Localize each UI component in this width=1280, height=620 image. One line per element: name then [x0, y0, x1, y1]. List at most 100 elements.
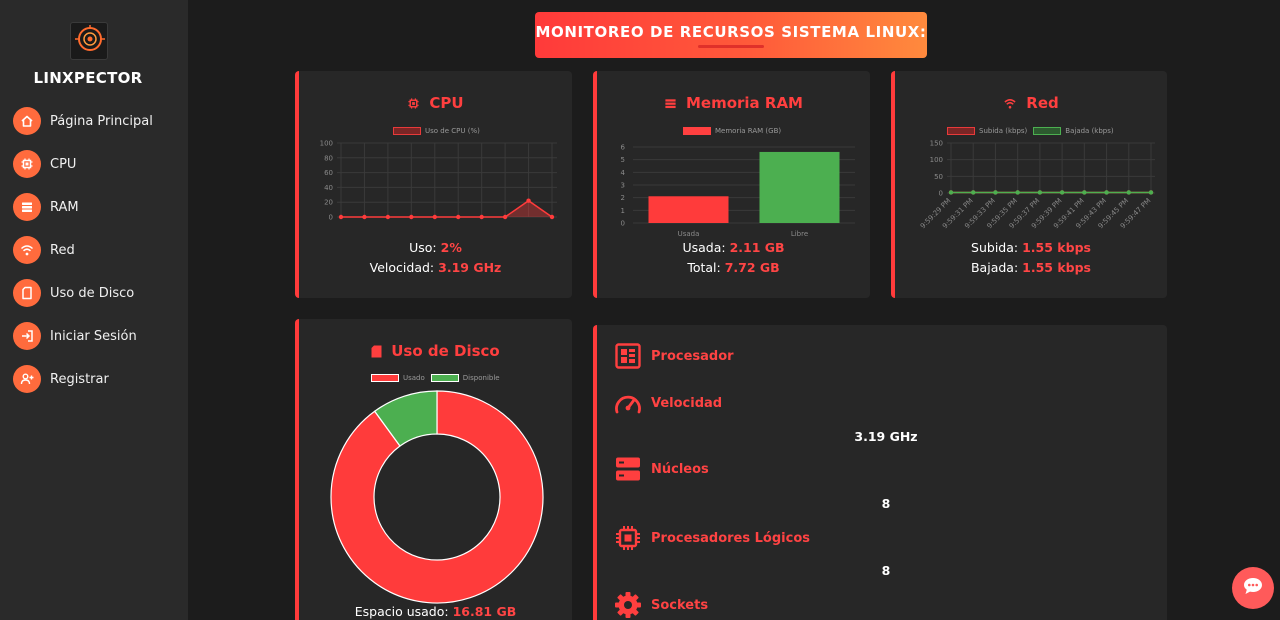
app-logo[interactable] [70, 22, 108, 60]
ram-bar [759, 151, 840, 223]
disk-used-value: 16.81 GB [452, 604, 517, 619]
legend-swatch-down [1033, 127, 1062, 135]
cpu-speed-value: 3.19 GHz [438, 260, 502, 275]
cpu-title-text: CPU [429, 94, 464, 112]
legend-label-used: Usado [403, 374, 425, 382]
sidebar-item-red[interactable]: Red [13, 236, 153, 264]
cpu-point [502, 214, 508, 220]
net-point [993, 190, 998, 195]
memory-icon [13, 193, 41, 221]
brand-name: LINXPECTOR [33, 69, 143, 87]
sidebar-item-label: Red [50, 242, 75, 258]
sidebar-item-ram[interactable]: RAM [13, 193, 153, 221]
login-icon [13, 322, 41, 350]
cpu-point [479, 214, 484, 220]
legend-swatch-free [430, 374, 459, 382]
ram-y-tick: 2 [621, 194, 625, 202]
ram-chart-legend[interactable]: Memoria RAM (GB) [683, 127, 781, 135]
legend-label-up: Subida (kbps) [979, 127, 1028, 135]
cpu-point [338, 214, 344, 220]
sidebar-item-uso-de-disco[interactable]: Uso de Disco [13, 279, 153, 307]
net-up-stat: Subida: 1.55 kbps [895, 240, 1167, 255]
cpu-y-tick: 40 [324, 184, 333, 192]
detail-cores: Núcleos [613, 456, 709, 482]
net-y-tick: 100 [930, 156, 943, 164]
cpu-y-tick: 80 [324, 154, 333, 162]
ram-y-tick: 0 [621, 220, 625, 228]
ram-y-tick: 3 [621, 182, 625, 190]
detail-logical-processors-label: Procesadores Lógicos [651, 530, 810, 546]
net-point [971, 190, 976, 195]
cpu-icon [13, 150, 41, 178]
server-icon [613, 456, 643, 482]
cpu-area [341, 200, 552, 217]
page-header: MONITOREO DE RECURSOS SISTEMA LINUX: [535, 12, 927, 58]
ram-bar-chart: 0 1 2 3 4 5 6 Usada Libre [621, 144, 855, 238]
cpu-speed-label: Velocidad: [369, 260, 435, 275]
sidebar-item-label: Registrar [50, 371, 109, 387]
disk-chart-legend[interactable]: Usado Disponible [371, 374, 500, 382]
ram-card-title: Memoria RAM [597, 94, 870, 112]
memory-icon [664, 97, 677, 110]
legend-label-free: Disponible [462, 374, 500, 382]
net-point [1148, 190, 1154, 195]
cpu-icon [407, 97, 420, 110]
user-plus-icon [13, 365, 41, 393]
disk-used-stat: Espacio usado: 16.81 GB [299, 604, 572, 619]
net-down-value: 1.55 kbps [1022, 260, 1091, 275]
chat-button[interactable] [1232, 567, 1274, 609]
ram-x-tick: Libre [791, 230, 808, 238]
legend-swatch-used [371, 374, 399, 382]
legend-swatch-up [947, 127, 975, 135]
detail-speed: Velocidad [613, 391, 722, 415]
sidebar-item-label: CPU [50, 156, 77, 172]
sidebar-item-label: Página Principal [50, 113, 153, 129]
detail-logical-processors-value: 8 [881, 563, 891, 578]
cpu-chart-legend[interactable]: Uso de CPU (%) [393, 127, 480, 135]
cpu-y-tick: 60 [324, 169, 333, 177]
net-down-label: Bajada: [970, 260, 1019, 275]
disk-title-text: Uso de Disco [391, 342, 500, 360]
sidebar-item-registrar[interactable]: Registrar [13, 365, 153, 393]
ram-used-label: Usada: [682, 240, 726, 255]
net-card: Red Subida (kbps) Bajada (kbps) 0 50 100 15… [891, 71, 1167, 298]
sidebar-item-iniciar-sesion[interactable]: Iniciar Sesión [13, 322, 153, 350]
home-icon [13, 107, 41, 135]
detail-cores-label: Núcleos [651, 461, 709, 477]
ram-used-stat: Usada: 2.11 GB [597, 240, 870, 255]
sd-card-icon [13, 279, 41, 307]
cpu-point [385, 214, 391, 220]
net-point [1126, 190, 1131, 195]
cpu-usage-value: 2% [440, 240, 462, 255]
microchip-icon [613, 524, 643, 552]
sidebar-item-pagina-principal[interactable]: Página Principal [13, 107, 153, 135]
cpu-y-tick: 20 [324, 199, 333, 207]
ram-total-value: 7.72 GB [724, 260, 780, 275]
net-chart-legend[interactable]: Subida (kbps) Bajada (kbps) [947, 127, 1114, 135]
cpu-point [549, 214, 555, 220]
net-point [1015, 190, 1020, 195]
detail-processor-label: Procesador [651, 348, 734, 364]
ram-card: Memoria RAM Memoria RAM (GB) 0 1 2 3 4 5 6 Usad… [593, 71, 870, 298]
detail-logical-processors: Procesadores Lógicos [613, 524, 810, 552]
net-point [1082, 190, 1087, 195]
net-point [948, 190, 954, 195]
ram-used-value: 2.11 GB [729, 240, 785, 255]
net-y-tick: 50 [934, 173, 943, 181]
net-point [1059, 190, 1065, 195]
cpu-point [409, 214, 414, 220]
processor-icon [613, 343, 643, 369]
cpu-card: CPU Uso de CPU (%) 0 20 40 60 80 100 Uso: 2% … [295, 71, 572, 298]
legend-swatch [393, 127, 421, 135]
detail-sockets: Sockets [613, 591, 708, 619]
ram-total-stat: Total: 7.72 GB [597, 260, 870, 275]
cpu-point [432, 214, 437, 220]
ram-y-tick: 6 [621, 144, 626, 152]
wifi-icon [13, 236, 41, 264]
ram-y-tick: 5 [621, 156, 625, 164]
sidebar-item-cpu[interactable]: CPU [13, 150, 153, 178]
net-y-tick: 0 [939, 190, 943, 198]
wifi-icon [1003, 97, 1017, 110]
net-up-label: Subida: [971, 240, 1019, 255]
disk-used-label: Espacio usado: [354, 604, 449, 619]
